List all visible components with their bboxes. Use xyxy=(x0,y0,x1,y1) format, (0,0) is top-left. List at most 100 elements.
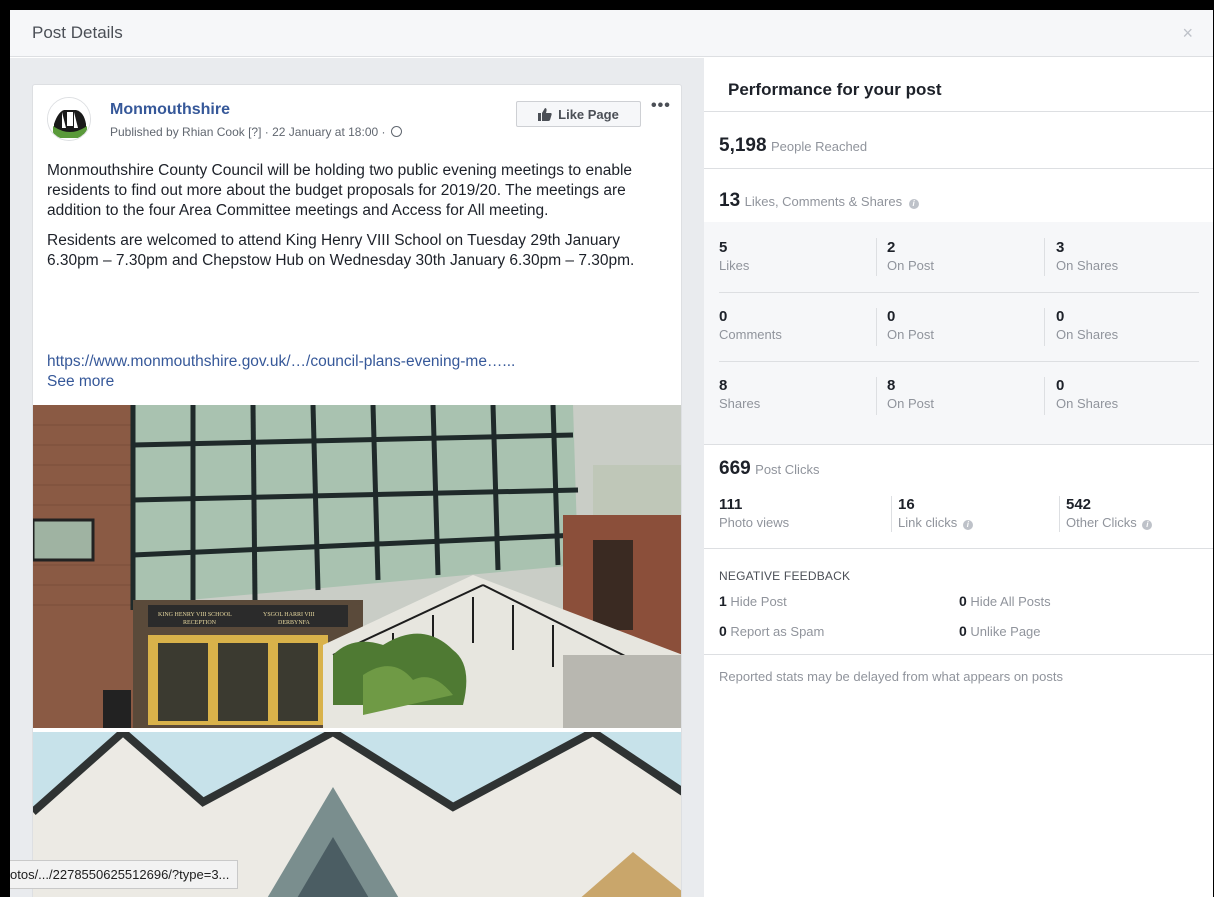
link-clicks-stat: 16 Link clicks i xyxy=(898,496,973,530)
shares-on-post-stat: 8 On Post xyxy=(887,377,934,411)
stat-value: 2 xyxy=(887,239,896,256)
people-reached-row: 5,198 People Reached xyxy=(719,135,867,157)
likes-stat: 5 Likes xyxy=(719,239,749,273)
school-sign-line-1: KING HENRY VIII SCHOOL xyxy=(158,612,232,618)
post-paragraph-1: Monmouthshire County Council will be hol… xyxy=(47,162,633,219)
performance-pane: Performance for your post 5,198 People R… xyxy=(704,58,1213,897)
stat-value: 0 xyxy=(1056,377,1065,394)
shares-stat: 8 Shares xyxy=(719,377,760,411)
divider xyxy=(704,168,1213,169)
stat-label: Unlike Page xyxy=(970,624,1041,639)
hide-post-stat: 1 Hide Post xyxy=(719,593,787,609)
performance-title: Performance for your post xyxy=(728,80,942,99)
shares-on-shares-stat: 0 On Shares xyxy=(1056,377,1118,411)
comments-on-shares-stat: 0 On Shares xyxy=(1056,308,1118,342)
divider xyxy=(704,654,1213,655)
stat-value: 8 xyxy=(887,377,896,394)
stat-label: On Post xyxy=(887,396,934,411)
post-clicks-value: 669 xyxy=(719,458,751,479)
stat-label: Link clicks i xyxy=(898,515,973,530)
stat-label: Hide Post xyxy=(730,594,787,609)
engagement-label: Likes, Comments & Shares xyxy=(744,194,903,209)
divider xyxy=(1044,308,1045,346)
dialog-header: Post Details × xyxy=(10,10,1213,57)
page-name-link[interactable]: Monmouthshire xyxy=(110,101,230,119)
stat-value: 0 xyxy=(959,623,967,639)
stat-value: 5 xyxy=(719,239,728,256)
post-clicks-label: Post Clicks xyxy=(755,462,820,477)
stat-label: Likes xyxy=(719,258,750,273)
divider xyxy=(1059,496,1060,532)
divider xyxy=(719,361,1199,362)
divider xyxy=(876,377,877,415)
stat-value: 542 xyxy=(1066,496,1092,513)
report-spam-stat: 0 Report as Spam xyxy=(719,623,824,639)
post-meta-text: Published by Rhian Cook [?] · 22 January… xyxy=(110,125,389,139)
divider xyxy=(891,496,892,532)
likes-on-post-stat: 2 On Post xyxy=(887,239,934,273)
engagement-value: 13 xyxy=(719,190,741,211)
like-page-label: Like Page xyxy=(558,106,619,122)
divider xyxy=(1044,238,1045,276)
post-meta: Published by Rhian Cook [?] · 22 January… xyxy=(110,125,402,139)
close-icon[interactable]: × xyxy=(1182,23,1193,44)
stats-disclaimer: Reported stats may be delayed from what … xyxy=(719,669,1063,684)
more-options-icon[interactable]: ••• xyxy=(651,97,671,115)
comments-stat: 0 Comments xyxy=(719,308,782,342)
post-photo-school[interactable]: KING HENRY VIII SCHOOL RECEPTION YSGOL H… xyxy=(33,405,681,728)
stat-value: 0 xyxy=(887,308,896,325)
page-avatar[interactable] xyxy=(47,97,91,141)
stat-value: 0 xyxy=(1056,308,1065,325)
stat-label: Other Clicks i xyxy=(1066,515,1153,530)
engagement-breakdown: 5 Likes 2 On Post 3 On Shares 0 Comments… xyxy=(704,222,1213,444)
comments-on-post-stat: 0 On Post xyxy=(887,308,934,342)
post-paragraph-2: Residents are welcomed to attend King He… xyxy=(47,232,635,269)
post-url-link[interactable]: https://www.monmouthshire.gov.uk/…/counc… xyxy=(47,353,515,371)
info-icon[interactable]: i xyxy=(908,199,919,209)
divider xyxy=(1044,377,1045,415)
stat-label: On Post xyxy=(887,258,934,273)
likes-on-shares-stat: 3 On Shares xyxy=(1056,239,1118,273)
negative-feedback-title: NEGATIVE FEEDBACK xyxy=(719,569,851,583)
stat-value: 111 xyxy=(719,496,743,513)
stat-label: Shares xyxy=(719,396,761,411)
link-clicks-label: Link clicks xyxy=(898,515,958,530)
like-page-button[interactable]: Like Page xyxy=(516,101,641,127)
photo-views-stat: 111 Photo views xyxy=(719,496,789,530)
stat-label: On Shares xyxy=(1056,396,1119,411)
other-clicks-label: Other Clicks xyxy=(1066,515,1137,530)
status-bar-url: otos/.../2278550625512696/?type=3... xyxy=(10,860,239,889)
stat-label: Photo views xyxy=(719,515,790,530)
stat-label: Hide All Posts xyxy=(970,594,1051,609)
stat-value: 8 xyxy=(719,377,728,394)
school-sign-line-4: DERBYNFA xyxy=(278,620,311,626)
stat-value: 16 xyxy=(898,496,915,513)
divider xyxy=(876,308,877,346)
divider xyxy=(876,238,877,276)
post-card: Monmouthshire Published by Rhian Cook [?… xyxy=(32,84,682,897)
divider xyxy=(704,111,1213,112)
stat-value: 1 xyxy=(719,593,727,609)
unlike-page-stat: 0 Unlike Page xyxy=(959,623,1041,639)
stat-value: 0 xyxy=(959,593,967,609)
globe-icon xyxy=(390,126,402,137)
people-reached-value: 5,198 xyxy=(719,135,767,156)
divider xyxy=(704,444,1213,445)
stat-label: Report as Spam xyxy=(730,624,825,639)
engagement-row: 13 Likes, Comments & Shares i xyxy=(719,190,919,212)
school-sign-line-2: RECEPTION xyxy=(183,620,217,626)
thumbs-up-icon xyxy=(538,107,552,121)
info-icon[interactable]: i xyxy=(962,520,973,530)
info-icon[interactable]: i xyxy=(1142,520,1153,530)
dialog-title: Post Details xyxy=(32,23,123,42)
stat-label: On Post xyxy=(887,327,934,342)
hide-all-posts-stat: 0 Hide All Posts xyxy=(959,593,1051,609)
post-details-dialog: Post Details × Monmouthshire Published b… xyxy=(10,10,1213,897)
stat-value: 3 xyxy=(1056,239,1065,256)
stat-label: On Shares xyxy=(1056,327,1119,342)
post-preview-pane: Monmouthshire Published by Rhian Cook [?… xyxy=(10,58,704,897)
divider xyxy=(704,548,1213,549)
see-more-link[interactable]: See more xyxy=(47,373,114,391)
people-reached-label: People Reached xyxy=(771,139,868,154)
post-clicks-row: 669 Post Clicks xyxy=(719,458,819,480)
